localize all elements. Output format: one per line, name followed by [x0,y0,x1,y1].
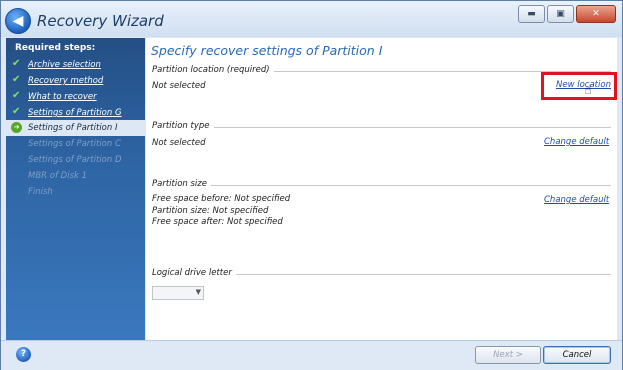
partition-type-value: Not selected [152,138,206,148]
window-title: Recovery Wizard [37,12,164,30]
step-archive-selection[interactable]: ✔ Archive selection [6,57,145,73]
section-divider [152,185,611,186]
sidebar-heading: Required steps: [15,43,96,53]
step-finish: Finish [6,184,145,200]
recovery-wizard-window: ◀ Recovery Wizard ▬ ▣ ✕ Required steps: … [0,0,623,370]
section-divider [152,127,611,128]
check-icon: ✔ [12,90,21,101]
check-icon: ✔ [12,106,21,117]
cancel-button[interactable]: Cancel [543,346,611,364]
step-label: Recovery method [28,76,104,86]
step-mbr-disk-1: MBR of Disk 1 [6,168,145,184]
partition-location-value: Not selected [152,81,206,91]
page-title: Specify recover settings of Partition I [151,43,383,58]
partition-location-label: Partition location (required) [152,65,274,75]
partition-type-label: Partition type [152,121,214,131]
free-space-after: Free space after: Not specified [152,217,283,227]
minimize-button[interactable]: ▬ [518,5,545,23]
step-settings-partition-d: Settings of Partition D [6,152,145,168]
maximize-button[interactable]: ▣ [547,5,574,23]
hand-pointer-icon: ☝ [584,83,592,98]
step-recovery-method[interactable]: ✔ Recovery method [6,73,145,89]
step-settings-partition-i[interactable]: ➔ Settings of Partition I [6,120,145,136]
step-settings-partition-c: Settings of Partition C [6,136,145,152]
next-button[interactable]: Next > [475,346,541,364]
check-icon: ✔ [12,58,21,69]
help-icon[interactable]: ? [16,347,31,362]
back-arrow-icon[interactable]: ◀ [5,8,31,34]
step-what-to-recover[interactable]: ✔ What to recover [6,89,145,105]
change-default-type-link[interactable]: Change default [544,137,609,147]
current-step-icon: ➔ [11,122,22,133]
highlight-box [541,72,617,100]
step-label: What to recover [28,92,97,102]
partition-size-value: Partition size: Not specified [152,206,269,216]
step-label: Finish [28,187,53,197]
footer-bar: ? Next > Cancel [1,340,622,370]
step-label: Settings of Partition D [28,155,122,165]
close-button[interactable]: ✕ [576,5,616,23]
partition-size-label: Partition size [152,179,211,189]
check-icon: ✔ [12,74,21,85]
drive-letter-dropdown[interactable]: ▼ [152,286,204,300]
step-label: Settings of Partition G [28,108,122,118]
steps-sidebar: Required steps: ✔ Archive selection ✔ Re… [6,38,145,340]
step-label: Settings of Partition C [28,139,121,149]
chevron-down-icon: ▼ [195,288,201,296]
main-panel: Specify recover settings of Partition I … [146,38,617,340]
window-controls: ▬ ▣ ✕ [516,5,616,23]
step-settings-partition-g[interactable]: ✔ Settings of Partition G [6,105,145,121]
logical-drive-label: Logical drive letter [152,268,236,278]
free-space-before: Free space before: Not specified [152,194,291,204]
step-label: MBR of Disk 1 [28,171,88,181]
title-bar: ◀ Recovery Wizard ▬ ▣ ✕ [1,1,622,37]
step-label: Archive selection [28,60,101,70]
step-label: Settings of Partition I [28,123,118,133]
change-default-size-link[interactable]: Change default [544,195,609,205]
